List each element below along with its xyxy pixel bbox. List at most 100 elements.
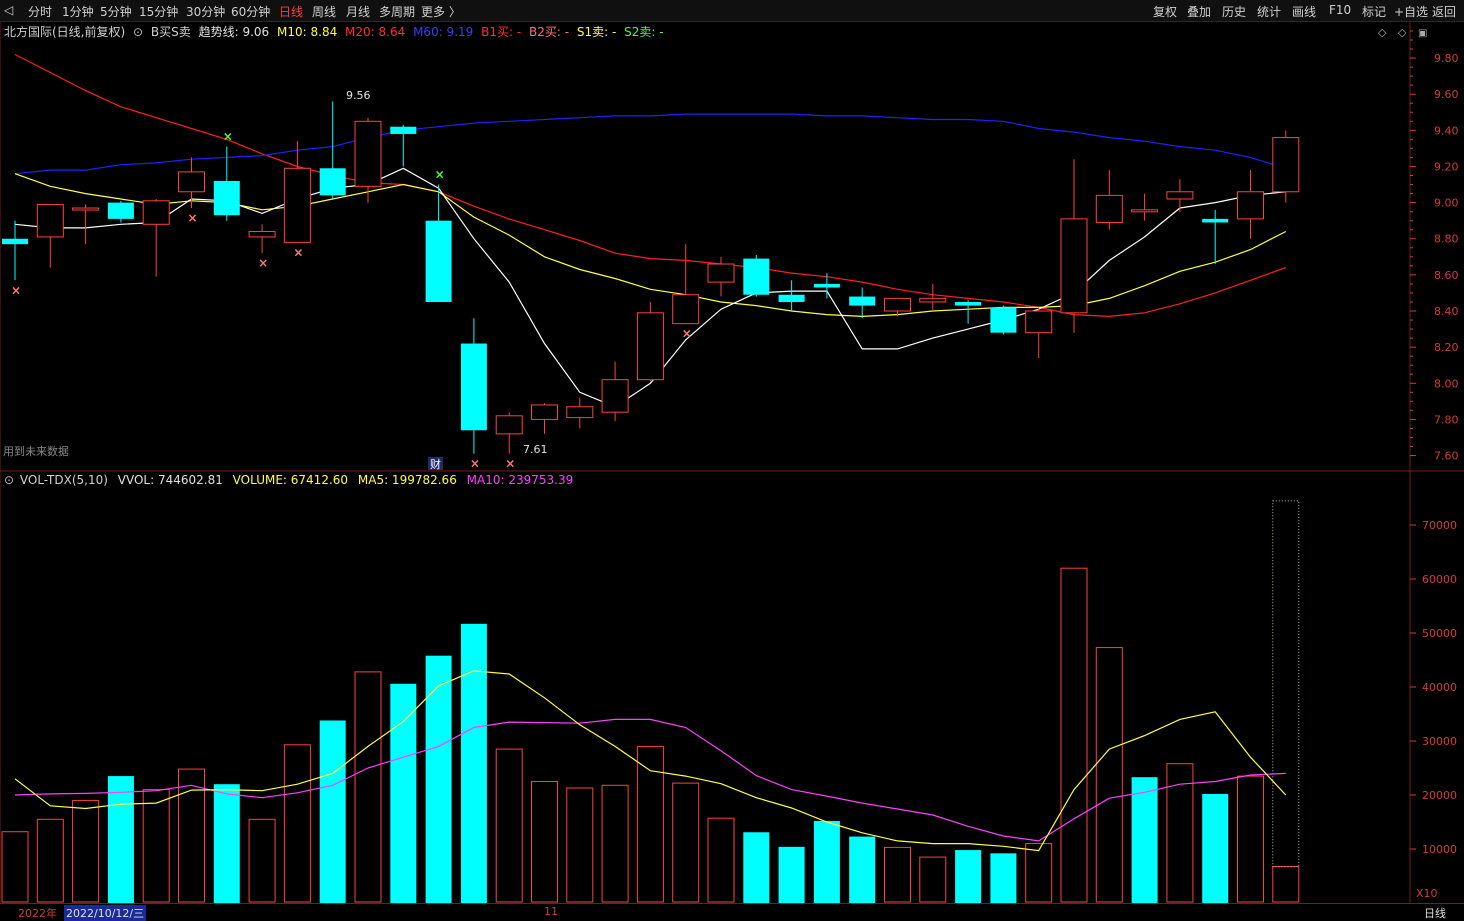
signal-marks: × × × × × × × × ×	[11, 130, 692, 471]
volume-axis: 70000 60000 50000 40000 30000 20000 10000	[1410, 519, 1457, 856]
volume-bars[interactable]	[1, 500, 1300, 903]
volume-bar-19	[672, 782, 700, 903]
candle-body-25	[884, 297, 911, 312]
price-axis: 9.80 9.60 9.40 9.20 9.00 8.80 8.60 8.40 8.20 8.00…	[1410, 30, 1459, 463]
candle-body-11	[390, 126, 417, 134]
candle-body-16	[566, 406, 594, 419]
candle-body-34	[1202, 218, 1229, 223]
volume-bar-14	[495, 748, 523, 903]
volume-bar-5	[178, 768, 205, 903]
candle-body-17	[601, 379, 629, 413]
volume-bar-7	[248, 818, 276, 903]
candle-body-6	[213, 180, 240, 216]
scroll-up-icon[interactable]: ▣	[1418, 28, 1427, 39]
volume-bar-36	[1272, 866, 1300, 903]
price-tick-label-10: 7.80	[1434, 413, 1459, 426]
sell-mark-8: ×	[293, 245, 303, 259]
volume-bar-6	[213, 784, 240, 903]
vol-tick-label-1: 60000	[1422, 573, 1457, 586]
candle-body-26	[919, 297, 947, 303]
price-tick-label-7: 8.40	[1434, 305, 1459, 318]
diamond-icon[interactable]: ◇	[1378, 26, 1387, 39]
volume-bar-30	[1060, 567, 1088, 903]
candle-body-24	[849, 296, 876, 306]
volume-bar-23	[813, 820, 840, 903]
volume-bar-28	[990, 853, 1017, 903]
volume-bar-24	[849, 836, 876, 903]
candle-body-3	[107, 202, 134, 219]
price-tick-label-11: 7.60	[1434, 450, 1459, 463]
candle-body-21	[743, 258, 770, 295]
volume-bar-1	[36, 818, 64, 903]
kline-chart[interactable]: 9.80 9.60 9.40 9.20 9.00 8.80 8.60 8.40 8.20 8.00…	[0, 0, 1464, 919]
volume-unit: X10	[1416, 887, 1438, 900]
volume-bar-34	[1202, 793, 1229, 903]
volume-bar-0	[1, 831, 29, 903]
candle-body-2	[72, 207, 100, 211]
volume-bar-13	[460, 623, 487, 903]
sell-mark-14: ×	[505, 457, 515, 471]
volume-bar-4	[142, 789, 170, 903]
volume-bar-29	[1025, 843, 1053, 903]
diamond-icon-2[interactable]: ◇	[1398, 26, 1407, 39]
candle-body-5	[178, 171, 205, 193]
vol-tick-label-0: 70000	[1422, 519, 1457, 532]
volume-bar-17	[601, 784, 629, 903]
volume-bar-9	[319, 720, 346, 903]
vol-tick-label-4: 30000	[1422, 735, 1457, 748]
candle-body-19	[672, 294, 700, 325]
high-label: 9.56	[346, 89, 371, 102]
volume-bar-25	[884, 846, 911, 903]
candle-body-15	[531, 404, 558, 420]
volume-bar-27	[955, 850, 982, 903]
price-tick-label-1: 9.60	[1434, 88, 1459, 101]
sell-mark-7: ×	[258, 256, 268, 270]
volume-bar-20	[707, 817, 735, 903]
candle-body-27	[955, 301, 982, 306]
sell-mark-5: ×	[188, 211, 198, 225]
candle-body-0	[2, 238, 28, 245]
volume-bar-12	[425, 655, 452, 903]
volume-bar-32	[1131, 777, 1158, 903]
price-tick-label-6: 8.60	[1434, 269, 1459, 282]
financial-marker[interactable]: 财	[430, 457, 441, 471]
candle-body-10	[354, 120, 382, 187]
candle-body-36	[1272, 137, 1300, 193]
candle-body-32	[1131, 209, 1159, 213]
vol-tick-label-2: 50000	[1422, 627, 1457, 640]
ma20-line	[14, 53, 1287, 318]
candle-body-18	[636, 312, 664, 381]
candle-body-23	[813, 283, 840, 288]
candle-body-7	[248, 231, 276, 238]
volume-bar-22	[778, 846, 805, 903]
volume-bar-3	[107, 776, 134, 903]
price-tick-label-9: 8.00	[1434, 377, 1459, 390]
candle-body-20	[707, 263, 735, 283]
vol-tick-label-6: 10000	[1422, 843, 1457, 856]
candle-body-35	[1237, 191, 1264, 220]
volume-bar-15	[531, 781, 558, 903]
price-tick-label-4: 9.00	[1434, 197, 1459, 210]
volume-bar-11	[390, 683, 417, 903]
volume-bar-35	[1237, 775, 1264, 903]
candle-body-33	[1166, 191, 1194, 200]
candle-body-14	[495, 415, 523, 435]
sell-mark-13: ×	[470, 457, 480, 471]
volume-bar-31	[1095, 647, 1123, 903]
ma10-line	[14, 173, 1287, 318]
candle-body-31	[1095, 194, 1123, 223]
volume-bar-10	[354, 671, 382, 903]
sell-mark-19: ×	[682, 327, 692, 341]
month-mark: 11	[544, 905, 558, 918]
ma60-line	[14, 113, 1286, 175]
date-bar: 2022年 2022/10/12/三 11 日线	[0, 903, 1464, 921]
vol-tick-label-5: 20000	[1422, 789, 1457, 802]
price-tick-label-0: 9.80	[1434, 52, 1459, 65]
volume-bar-18	[636, 745, 664, 903]
future-data-note: 用到未来数据	[3, 444, 69, 458]
candles[interactable]	[2, 101, 1300, 454]
candle-body-9	[319, 168, 346, 196]
buy-mark-12: ×	[435, 168, 445, 182]
candle-body-22	[778, 294, 805, 302]
volume-bar-16	[566, 787, 594, 903]
